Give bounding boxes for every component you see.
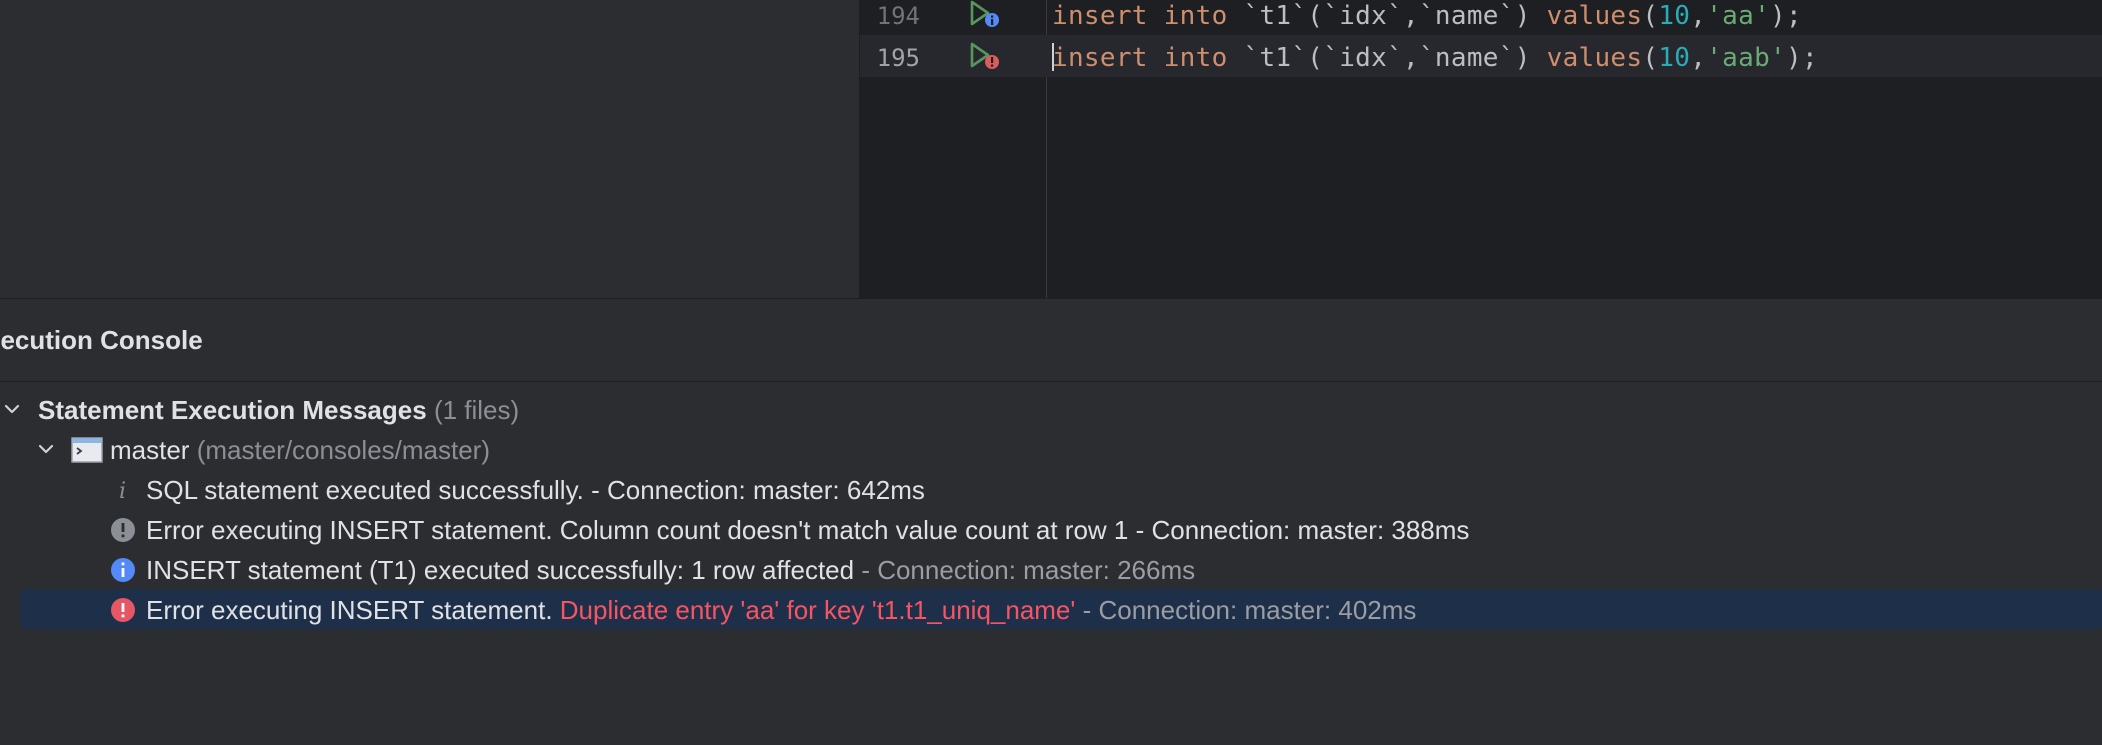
session-label: master [110, 435, 190, 465]
message-main: SQL statement executed successfully. [146, 475, 584, 505]
left-panel [0, 0, 860, 298]
svg-text:i: i [119, 479, 126, 503]
error-red-icon [111, 598, 135, 622]
message-row[interactable]: i SQL statement executed successfully. -… [0, 469, 2102, 509]
info-blue-icon [111, 558, 135, 582]
code-token: ( [1642, 43, 1659, 73]
session-path: (master/consoles/master) [196, 435, 491, 465]
code-token: insert [1052, 1, 1148, 31]
code-token: `t1`(`idx`,`name`) [1227, 1, 1547, 31]
code-token: 'aab' [1706, 43, 1786, 73]
line-number: 195 [876, 44, 920, 72]
message-suffix: - Connection: master: 266ms [854, 555, 1196, 585]
session-label-wrap: master (master/consoles/master) [110, 435, 490, 466]
warning-gray-icon [111, 518, 135, 542]
message-suffix: - Connection: master: 402ms [1075, 595, 1417, 625]
code-token: ); [1785, 43, 1818, 73]
code-token: ); [1770, 1, 1802, 31]
editor-area: 194 insert into `t1`(`idx`,`name`) value… [0, 0, 2102, 298]
code-token: ( [1642, 1, 1659, 31]
code-text[interactable]: insert into `t1`(`idx`,`name`) values(10… [1052, 1, 1802, 31]
root-count: (1 files) [433, 395, 520, 425]
code-editor[interactable]: 194 insert into `t1`(`idx`,`name`) value… [860, 0, 2102, 298]
code-token: 10 [1658, 1, 1691, 31]
console-header: xecution Console [0, 299, 2102, 382]
code-token: , [1690, 1, 1707, 31]
code-text[interactable]: insert into `t1`(`idx`,`name`) values(10… [1052, 43, 1818, 73]
line-number: 194 [876, 2, 920, 30]
code-token: insert [1052, 43, 1148, 73]
code-token: , [1690, 43, 1707, 73]
tree-root-row[interactable]: Statement Execution Messages (1 files) [0, 389, 2102, 429]
code-token: into [1163, 43, 1228, 73]
code-token: `t1`(`idx`,`name`) [1227, 43, 1547, 73]
execution-console: xecution Console Statement Execution Mes… [0, 298, 2102, 745]
chevron-down-icon[interactable] [36, 439, 56, 459]
tree-root-label: Statement Execution Messages (1 files) [38, 395, 519, 426]
code-token: 'aa' [1706, 1, 1771, 31]
message-suffix: - Connection: master: 642ms [583, 475, 925, 505]
message-row[interactable]: Error executing INSERT statement. Column… [0, 509, 2102, 549]
root-label: Statement Execution Messages [38, 395, 427, 425]
message-main: Error executing INSERT statement. Column… [146, 515, 1129, 545]
message-text: Error executing INSERT statement. Duplic… [146, 595, 1416, 626]
code-line[interactable]: 194 insert into `t1`(`idx`,`name`) value… [860, 0, 2102, 35]
run-statement-info-icon[interactable] [968, 0, 1002, 31]
message-text: Error executing INSERT statement. Column… [146, 515, 1469, 546]
message-suffix: - Connection: master: 388ms [1128, 515, 1470, 545]
message-row-selected[interactable]: Error executing INSERT statement. Duplic… [0, 589, 2102, 629]
message-main: INSERT statement (T1) executed successfu… [146, 555, 855, 585]
message-text: SQL statement executed successfully. - C… [146, 475, 925, 506]
console-title: xecution Console [0, 325, 203, 355]
message-text: INSERT statement (T1) executed successfu… [146, 555, 1195, 586]
chevron-down-icon[interactable] [2, 399, 22, 419]
error-detail: Duplicate entry 'aa' for key 't1.t1_uniq… [559, 595, 1076, 625]
message-main: Error executing INSERT statement. [146, 595, 560, 625]
code-line-current[interactable]: 195 insert into `t1`(`idx`,`name`) value… [860, 35, 2102, 77]
run-statement-error-icon[interactable] [968, 41, 1002, 73]
code-token: 10 [1658, 43, 1691, 73]
tree-session-row[interactable]: master (master/consoles/master) [0, 429, 2102, 469]
code-token: values [1546, 1, 1643, 31]
console-icon [71, 437, 103, 463]
code-token: into [1163, 1, 1228, 31]
code-token: values [1546, 43, 1643, 73]
info-italic-icon: i [119, 479, 126, 503]
message-row[interactable]: INSERT statement (T1) executed successfu… [0, 549, 2102, 589]
